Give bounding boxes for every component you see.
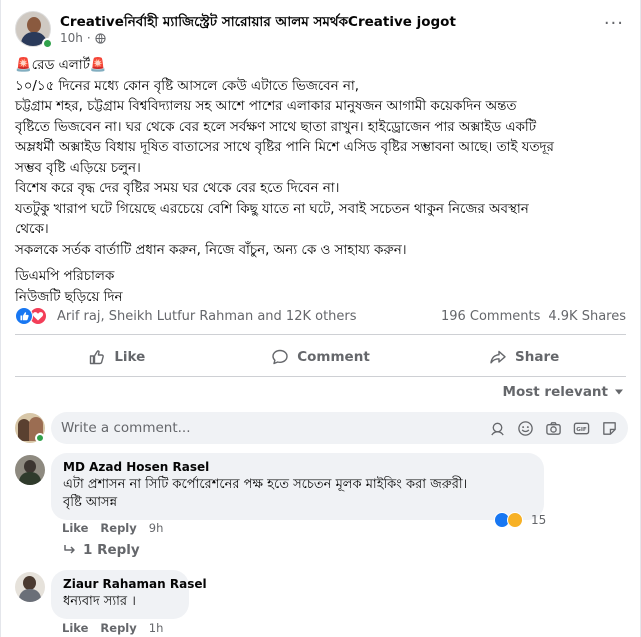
comment-button[interactable]: Comment bbox=[219, 341, 423, 373]
comment-like-link[interactable]: Like bbox=[62, 621, 88, 635]
globe-icon[interactable] bbox=[95, 32, 106, 44]
share-icon bbox=[490, 350, 506, 364]
comment-time[interactable]: 9h bbox=[149, 521, 164, 535]
commenter-name[interactable]: Ziaur Rahaman Rasel bbox=[63, 577, 207, 591]
comment-sort-dropdown[interactable]: Most relevant bbox=[503, 384, 624, 400]
comment-bubble: MD Azad Hosen Rasel এটা প্রশাসন না সিটি … bbox=[51, 453, 544, 520]
avatar-silhouette bbox=[19, 472, 41, 485]
post-card: Creativeনির্বাহী ম্যাজিস্ট্রেট সারোয়ার … bbox=[0, 0, 641, 637]
replies-label: 1 Reply bbox=[83, 542, 140, 558]
reaction-icons[interactable] bbox=[15, 307, 51, 327]
thumbs-up-icon bbox=[90, 350, 105, 365]
action-bar: Like Comment Share bbox=[15, 341, 626, 373]
commenter-avatar[interactable] bbox=[15, 455, 45, 485]
like-reaction-icon bbox=[15, 307, 33, 325]
post-line: ডিএমপি পরিচালক bbox=[15, 269, 115, 284]
comment-actions: Like Reply 1h bbox=[62, 621, 163, 635]
comment-reply-link[interactable]: Reply bbox=[100, 621, 136, 635]
comment-reply-link[interactable]: Reply bbox=[100, 521, 136, 535]
post-line: থেকে। bbox=[15, 222, 49, 237]
comment-line: এটা প্রশাসন না সিটি কর্পোরেশনের পক্ষ হতে… bbox=[63, 477, 468, 492]
share-label: Share bbox=[515, 349, 560, 365]
reactions-summary: Arif raj, Sheikh Lutfur Rahman and 12K o… bbox=[15, 306, 626, 328]
post-time[interactable]: 10h bbox=[60, 31, 83, 45]
haha-reaction-icon bbox=[507, 512, 523, 528]
post-line: অম্লধর্মী অক্সাইড বিধায় দূষিত বাতাসের স… bbox=[15, 140, 554, 155]
post-line: সকলকে সর্তক বার্তাটি প্রধান করুন, নিজে ব… bbox=[15, 242, 407, 258]
post-line: বিশেষ করে বৃদ্ধ দের বৃষ্টির সময় ঘর থেকে… bbox=[15, 181, 340, 196]
post-line: নিউজটি ছড়িয়ে দিন bbox=[15, 289, 123, 305]
meta-separator: · bbox=[86, 31, 91, 45]
online-status-dot bbox=[35, 433, 45, 443]
comment-like-link[interactable]: Like bbox=[62, 521, 88, 535]
composer-tools: GIF bbox=[488, 419, 618, 437]
online-status-dot bbox=[42, 38, 53, 49]
reaction-names[interactable]: Arif raj, Sheikh Lutfur Rahman and 12K o… bbox=[57, 309, 357, 324]
divider bbox=[15, 334, 626, 335]
comment-reactions[interactable]: 15 bbox=[494, 512, 546, 528]
comment-input[interactable]: Write a comment... GIF bbox=[51, 412, 628, 444]
comment-line: ধন্যবাদ স্যার । bbox=[63, 594, 136, 609]
like-label: Like bbox=[114, 349, 146, 365]
comment-reaction-count: 15 bbox=[531, 513, 547, 527]
post-line: সম্ভব বৃষ্টি এড়িয়ে চলুন। bbox=[15, 160, 141, 176]
comment-text: এটা প্রশাসন না সিটি কর্পোরেশনের পক্ষ হতে… bbox=[63, 476, 532, 512]
post-line: যতটুকু খারাপ ঘটে গিয়েছে এরচেয়ে বেশি কি… bbox=[15, 201, 529, 217]
avatar-face bbox=[27, 17, 41, 33]
post-line: ১০/১৫ দিনের মধ্যে কোন বৃষ্টি আসলে কেউ এট… bbox=[15, 78, 359, 94]
post-line: 🚨রেড এলার্ট🚨 bbox=[15, 58, 107, 73]
svg-text:GIF: GIF bbox=[576, 426, 587, 432]
caret-down-icon bbox=[615, 389, 623, 395]
post-meta: 10h · bbox=[60, 31, 106, 45]
comment-time[interactable]: 1h bbox=[149, 621, 164, 635]
comment-text: ধন্যবাদ স্যার । bbox=[63, 593, 177, 611]
avatar-sticker-icon[interactable] bbox=[488, 419, 506, 437]
divider bbox=[15, 376, 626, 377]
view-replies-link[interactable]: 1 Reply bbox=[63, 542, 140, 558]
comment-line: বৃষ্টি আসন্ন bbox=[63, 495, 118, 510]
post-line: বৃষ্টিতে ভিজবেন না। ঘর থেকে বের হলে সর্ব… bbox=[15, 119, 537, 135]
gif-icon[interactable]: GIF bbox=[572, 419, 590, 437]
post-header: Creativeনির্বাহী ম্যাজিস্ট্রেট সারোয়ার … bbox=[13, 9, 628, 51]
engagement-counts: 196 Comments 4.9K Shares bbox=[441, 309, 626, 324]
comment-label: Comment bbox=[297, 349, 370, 365]
comment-bubble: Ziaur Rahaman Rasel ধন্যবাদ স্যার । bbox=[51, 570, 207, 619]
avatar-silhouette bbox=[19, 589, 41, 602]
comment-actions: Like Reply 9h bbox=[62, 521, 163, 535]
author-name[interactable]: Creativeনির্বাহী ম্যাজিস্ট্রেট সারোয়ার … bbox=[60, 11, 456, 34]
like-button[interactable]: Like bbox=[15, 341, 219, 373]
comment-icon bbox=[272, 349, 288, 365]
emoji-icon[interactable] bbox=[516, 419, 534, 437]
avatar-silhouette bbox=[23, 576, 36, 590]
commenter-name[interactable]: MD Azad Hosen Rasel bbox=[63, 460, 532, 474]
sticker-icon[interactable] bbox=[600, 419, 618, 437]
commenter-avatar[interactable] bbox=[15, 572, 45, 602]
comment-placeholder: Write a comment... bbox=[61, 420, 191, 436]
post-line: চট্টগ্রাম শহর, চট্টগ্রাম বিশ্ববিদ্যালয় … bbox=[15, 99, 517, 114]
post-text: 🚨রেড এলার্ট🚨 ১০/১৫ দিনের মধ্যে কোন বৃষ্ট… bbox=[15, 56, 615, 308]
comments-count[interactable]: 196 Comments bbox=[441, 309, 540, 324]
more-options-icon[interactable]: ··· bbox=[604, 15, 624, 33]
share-button[interactable]: Share bbox=[422, 341, 626, 373]
reply-arrow-icon bbox=[64, 545, 75, 554]
camera-icon[interactable] bbox=[544, 419, 562, 437]
shares-count[interactable]: 4.9K Shares bbox=[548, 309, 626, 324]
sort-label: Most relevant bbox=[502, 384, 608, 400]
